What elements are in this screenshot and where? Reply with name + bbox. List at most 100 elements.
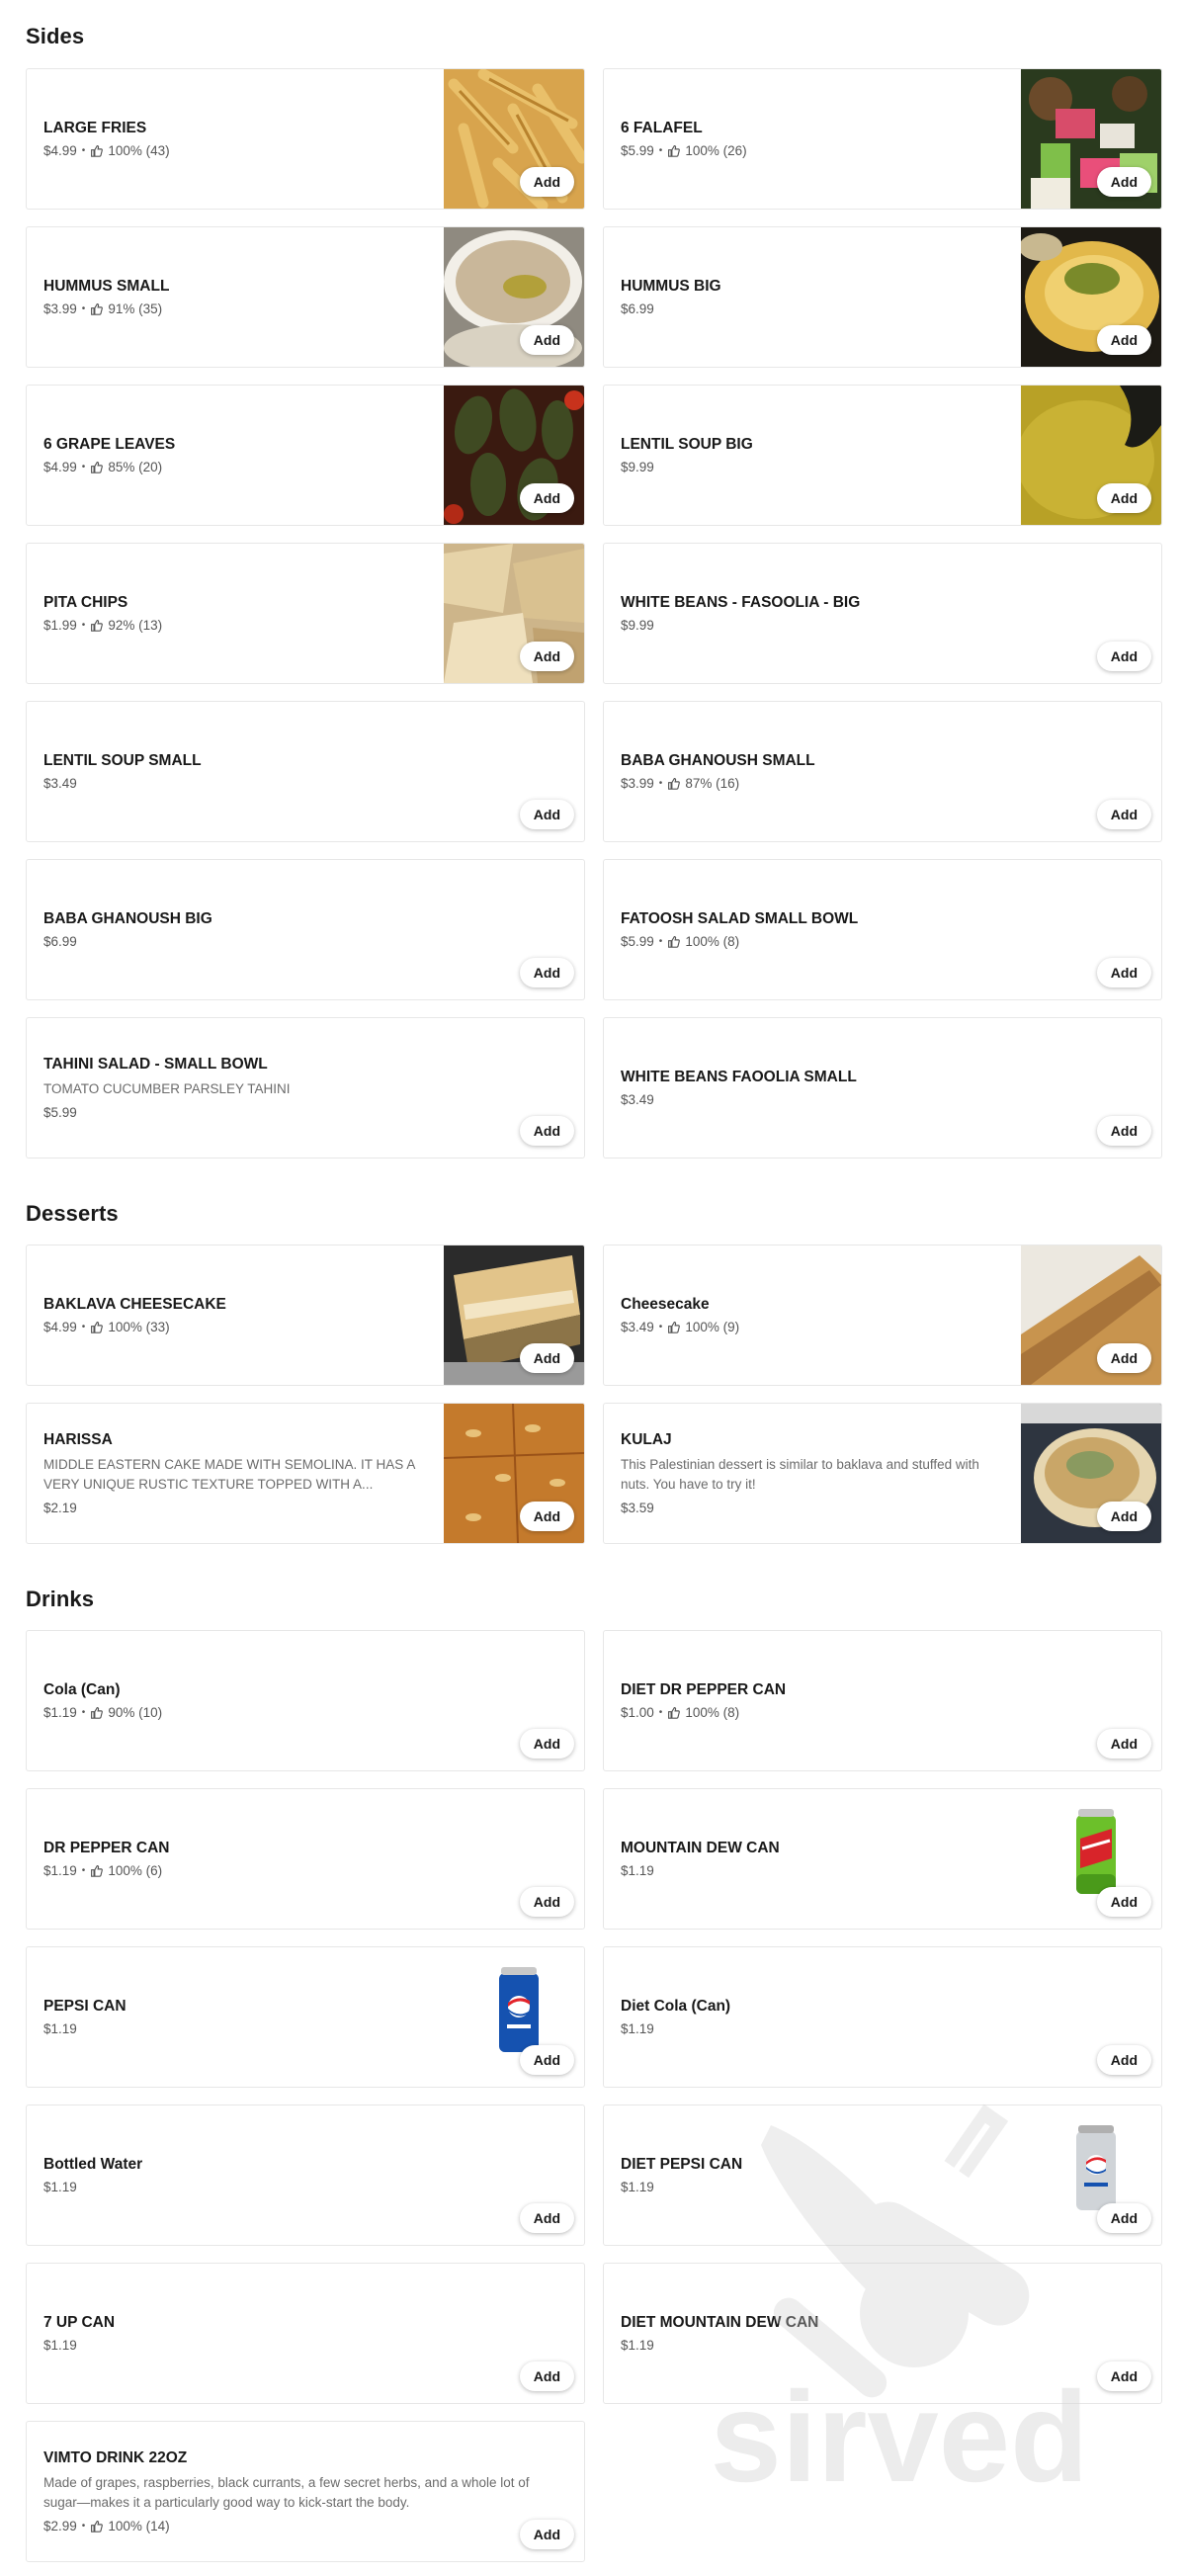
add-button[interactable]: Add — [1096, 483, 1151, 513]
menu-item-card[interactable]: FATOOSH SALAD SMALL BOWL $5.99 • 100% (8) … — [603, 859, 1162, 1000]
menu-item-card[interactable]: Diet Cola (Can) $1.19 Add — [603, 1946, 1162, 2088]
add-button[interactable]: Add — [519, 1343, 574, 1373]
add-button[interactable]: Add — [519, 958, 574, 987]
item-rating: 91% (35) — [108, 301, 163, 316]
item-meta: $1.19 — [621, 1863, 1141, 1878]
menu-item-card[interactable]: VIMTO DRINK 22OZ Made of grapes, raspber… — [26, 2421, 585, 2562]
thumbs-up-icon — [90, 302, 104, 315]
add-button[interactable]: Add — [1096, 167, 1151, 197]
item-meta: $1.19 — [621, 2021, 1141, 2036]
add-button[interactable]: Add — [1096, 1343, 1151, 1373]
menu-item-card[interactable]: 6 FALAFEL $5.99 • 100% (26) Add — [603, 68, 1162, 210]
menu-item-card[interactable]: DIET DR PEPPER CAN $1.00 • 100% (8) Add — [603, 1630, 1162, 1771]
menu-item-card[interactable]: Cola (Can) $1.19 • 90% (10) Add — [26, 1630, 585, 1771]
item-price: $3.99 — [43, 301, 77, 316]
add-button[interactable]: Add — [1096, 958, 1151, 987]
item-meta: $4.99 • 100% (43) — [43, 143, 170, 158]
item-meta: $3.49 — [621, 1092, 1141, 1107]
section-title-desserts: Desserts — [26, 1201, 119, 1226]
section-title-drinks: Drinks — [26, 1587, 95, 1611]
add-button[interactable]: Add — [519, 2361, 574, 2391]
item-rating: 100% (8) — [685, 1705, 740, 1720]
add-button[interactable]: Add — [1096, 1116, 1151, 1146]
add-button[interactable]: Add — [1096, 1729, 1151, 1759]
item-price: $1.19 — [621, 2021, 654, 2036]
menu-item-card[interactable]: Cheesecake $3.49 • 100% (9) Add — [603, 1245, 1162, 1386]
menu-item-card[interactable]: LENTIL SOUP BIG $9.99 Add — [603, 385, 1162, 526]
item-meta: $9.99 — [621, 460, 1003, 474]
mountain-dew-can-image — [1072, 1809, 1120, 1898]
menu-item-card[interactable]: 6 GRAPE LEAVES $4.99 • 85% (20) Add — [26, 385, 585, 526]
menu-item-card[interactable]: HUMMUS SMALL $3.99 • 91% (35) Add — [26, 226, 585, 368]
menu-item-card[interactable]: LARGE FRIES $4.99 • 100% (43) Add — [26, 68, 585, 210]
add-button[interactable]: Add — [1096, 800, 1151, 829]
item-meta: $4.99 • 85% (20) — [43, 460, 163, 474]
add-button[interactable]: Add — [519, 325, 574, 355]
menu-item-card[interactable]: DIET MOUNTAIN DEW CAN $1.19 Add — [603, 2263, 1162, 2404]
add-button[interactable]: Add — [1096, 325, 1151, 355]
menu-item-card[interactable]: Bottled Water $1.19 Add — [26, 2104, 585, 2246]
menu-item-card[interactable]: BABA GHANOUSH SMALL $3.99 • 87% (16) Add — [603, 701, 1162, 842]
menu-item-card[interactable]: LENTIL SOUP SMALL $3.49 Add — [26, 701, 585, 842]
item-name: BABA GHANOUSH BIG — [43, 910, 212, 927]
thumbs-up-icon — [90, 461, 104, 473]
menu-item-card[interactable]: HUMMUS BIG $6.99 Add — [603, 226, 1162, 368]
item-rating: 100% (43) — [108, 143, 170, 158]
add-button[interactable]: Add — [519, 642, 574, 671]
add-button[interactable]: Add — [519, 2045, 574, 2075]
menu-item-card[interactable]: TAHINI SALAD - SMALL BOWL TOMATO CUCUMBE… — [26, 1017, 585, 1159]
item-rating: 90% (10) — [108, 1705, 163, 1720]
item-price: $3.49 — [43, 776, 77, 791]
menu-item-card[interactable]: HARISSA MIDDLE EASTERN CAKE MADE WITH SE… — [26, 1403, 585, 1544]
menu-item-card[interactable]: DIET PEPSI CAN $1.19 Add — [603, 2104, 1162, 2246]
add-button[interactable]: Add — [519, 483, 574, 513]
add-button[interactable]: Add — [1096, 642, 1151, 671]
menu-item-card[interactable]: WHITE BEANS FAOOLIA SMALL $3.49 Add — [603, 1017, 1162, 1159]
add-button[interactable]: Add — [519, 2520, 574, 2549]
add-button[interactable]: Add — [519, 1887, 574, 1917]
item-name: Cheesecake — [621, 1296, 710, 1313]
menu-item-card[interactable]: DR PEPPER CAN $1.19 • 100% (6) Add — [26, 1788, 585, 1930]
item-description: TOMATO CUCUMBER PARSLEY TAHINI — [43, 1081, 291, 1096]
item-meta: $1.19 • 90% (10) — [43, 1705, 163, 1720]
add-button[interactable]: Add — [1096, 1887, 1151, 1917]
item-name: 6 FALAFEL — [621, 120, 703, 136]
menu-item-card[interactable]: PITA CHIPS $1.99 • 92% (13) Add — [26, 543, 585, 684]
menu-item-card[interactable]: WHITE BEANS - FASOOLIA - BIG $9.99 Add — [603, 543, 1162, 684]
add-button[interactable]: Add — [1096, 1502, 1151, 1531]
item-name: WHITE BEANS - FASOOLIA - BIG — [621, 594, 861, 611]
item-meta: $2.99 • 100% (14) — [43, 2519, 170, 2533]
item-meta: $1.99 • 92% (13) — [43, 618, 163, 633]
item-rating: 100% (9) — [685, 1320, 740, 1334]
add-button[interactable]: Add — [1096, 2045, 1151, 2075]
add-button[interactable]: Add — [519, 1729, 574, 1759]
add-button[interactable]: Add — [1096, 2203, 1151, 2233]
thumbs-up-icon — [667, 1321, 681, 1333]
menu-item-card[interactable]: BABA GHANOUSH BIG $6.99 Add — [26, 859, 585, 1000]
menu-item-card[interactable]: 7 UP CAN $1.19 Add — [26, 2263, 585, 2404]
item-rating: 100% (6) — [108, 1863, 163, 1878]
item-name: HARISSA — [43, 1431, 113, 1448]
item-meta: $5.99 • 100% (26) — [621, 143, 747, 158]
item-price: $3.59 — [621, 1501, 654, 1515]
menu-item-card[interactable]: PEPSI CAN $1.19 Add — [26, 1946, 585, 2088]
menu-item-card[interactable]: BAKLAVA CHEESECAKE $4.99 • 100% (33) Add — [26, 1245, 585, 1386]
thumbs-up-icon — [90, 1321, 104, 1333]
item-name: DIET DR PEPPER CAN — [621, 1681, 787, 1698]
add-button[interactable]: Add — [519, 1502, 574, 1531]
item-rating: 87% (16) — [685, 776, 740, 791]
add-button[interactable]: Add — [1096, 2361, 1151, 2391]
thumbs-up-icon — [90, 144, 104, 157]
thumbs-up-icon — [90, 2520, 104, 2533]
add-button[interactable]: Add — [519, 1116, 574, 1146]
item-description: MIDDLE EASTERN CAKE MADE WITH SEMOLINA. … — [43, 1457, 415, 1492]
menu-item-card[interactable]: KULAJ This Palestinian dessert is simila… — [603, 1403, 1162, 1544]
item-description: This Palestinian dessert is similar to b… — [621, 1457, 979, 1492]
item-price: $5.99 — [621, 934, 654, 949]
menu-item-card[interactable]: MOUNTAIN DEW CAN $1.19 Add — [603, 1788, 1162, 1930]
add-button[interactable]: Add — [519, 2203, 574, 2233]
add-button[interactable]: Add — [519, 800, 574, 829]
item-rating: 100% (8) — [685, 934, 740, 949]
thumbs-up-icon — [667, 144, 681, 157]
add-button[interactable]: Add — [519, 167, 574, 197]
